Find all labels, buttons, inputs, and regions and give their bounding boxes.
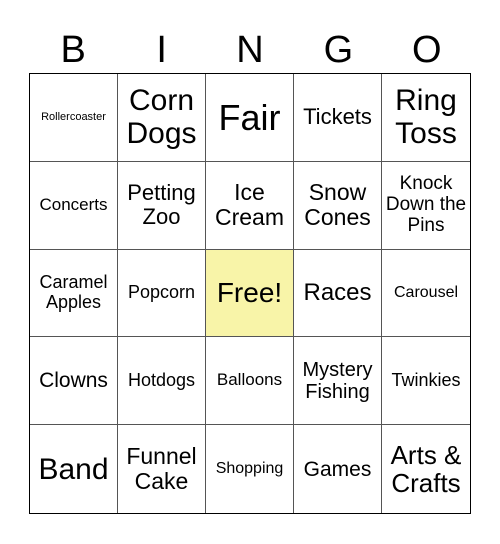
bingo-cell[interactable]: Corn Dogs bbox=[118, 74, 206, 162]
bingo-cell[interactable]: Hotdogs bbox=[118, 337, 206, 426]
header-letter-o: O bbox=[412, 29, 442, 71]
bingo-cell[interactable]: Popcorn bbox=[118, 249, 206, 338]
bingo-cell[interactable]: Knock Down the Pins bbox=[382, 162, 470, 250]
bingo-cell[interactable]: Concerts bbox=[30, 161, 118, 250]
bingo-cell[interactable]: Arts & Crafts bbox=[382, 425, 470, 513]
bingo-cell[interactable]: Balloons bbox=[206, 337, 294, 426]
header-letter-n: N bbox=[236, 29, 264, 71]
bingo-cell[interactable]: Band bbox=[30, 425, 118, 513]
free-space-cell[interactable]: Free! bbox=[206, 249, 294, 338]
bingo-cell[interactable]: Games bbox=[294, 425, 382, 513]
header-letter-g: G bbox=[323, 29, 354, 71]
bingo-cell[interactable]: Rollercoaster bbox=[30, 74, 118, 162]
bingo-cell[interactable]: Snow Cones bbox=[294, 161, 382, 250]
bingo-cell[interactable]: Ice Cream bbox=[206, 161, 294, 250]
bingo-cell[interactable]: Carousel bbox=[382, 250, 470, 338]
bingo-cell[interactable]: Petting Zoo bbox=[118, 161, 206, 250]
bingo-cell[interactable]: Clowns bbox=[30, 337, 118, 426]
header-letter-b: B bbox=[60, 29, 86, 71]
bingo-cell[interactable]: Ring Toss bbox=[382, 74, 470, 162]
bingo-cell[interactable]: Fair bbox=[206, 74, 294, 162]
bingo-cell[interactable]: Mystery Fishing bbox=[294, 337, 382, 426]
bingo-cell[interactable]: Shopping bbox=[206, 425, 294, 513]
bingo-cell[interactable]: Caramel Apples bbox=[30, 249, 118, 338]
bingo-header: B I N G O bbox=[29, 28, 471, 72]
bingo-cell[interactable]: Races bbox=[294, 249, 382, 338]
bingo-card: Rollercoaster Corn Dogs Fair Tickets Ring To… bbox=[29, 73, 471, 514]
bingo-cell[interactable]: Tickets bbox=[294, 74, 382, 162]
bingo-cell[interactable]: Twinkies bbox=[382, 337, 470, 426]
header-letter-i: I bbox=[156, 29, 167, 71]
bingo-cell[interactable]: Funnel Cake bbox=[118, 425, 206, 513]
